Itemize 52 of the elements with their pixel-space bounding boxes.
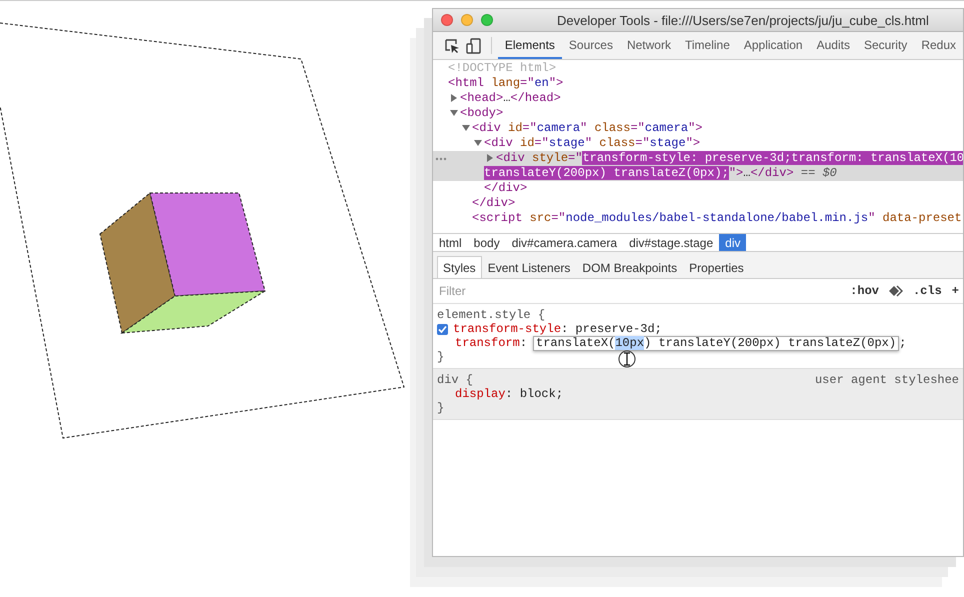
breadcrumb[interactable]: div#camera.camera: [506, 234, 624, 251]
breadcrumb[interactable]: html: [433, 234, 468, 251]
expand-triangle-icon[interactable]: [461, 123, 470, 133]
panel-tab[interactable]: Redux: [914, 32, 963, 59]
filter-field[interactable]: Filter: [437, 283, 840, 299]
expand-triangle-icon[interactable]: [473, 138, 482, 148]
sidebar-tab[interactable]: Event Listeners: [482, 256, 576, 278]
dom-node-row[interactable]: <div style="transform-style: preserve-3d;transform: translateX(10 translateY(200px) translateZ(0px);">…</div> == $0: [433, 151, 963, 181]
sidebar-tab[interactable]: DOM Breakpoints: [576, 256, 684, 278]
sidebar-tab[interactable]: Styles: [437, 256, 482, 278]
property-value: :: [520, 336, 528, 350]
property-name: transform-style: [453, 322, 562, 336]
breadcrumb[interactable]: body: [468, 234, 506, 251]
rule-closing-brace: }: [437, 401, 444, 415]
property-checkbox[interactable]: [437, 324, 448, 334]
more-dots-icon[interactable]: [435, 157, 447, 161]
property-name: transform: [455, 336, 520, 350]
property-terminator: ;: [899, 336, 906, 350]
dom-node-row[interactable]: </div>: [433, 181, 963, 196]
expand-triangle-icon[interactable]: [449, 93, 458, 103]
add-rule-button[interactable]: +: [952, 284, 959, 298]
property-value: : preserve-3d;: [561, 322, 662, 336]
rule-selector: div {: [437, 373, 474, 387]
property-value: : block;: [505, 387, 564, 401]
panel-tab[interactable]: Application: [736, 32, 810, 59]
rule-selector: element.style {: [437, 308, 546, 322]
property-name: display: [455, 387, 506, 401]
dom-node-row[interactable]: <body>: [433, 106, 963, 121]
close-button[interactable]: [441, 14, 453, 26]
diamond-icon[interactable]: [888, 285, 903, 297]
rule-closing-brace: }: [437, 350, 444, 364]
sidebar-tab[interactable]: Properties: [683, 256, 750, 278]
dom-node-row[interactable]: <div id="stage" class="stage">: [433, 136, 963, 151]
panel-tab[interactable]: Audits: [810, 32, 857, 59]
expand-triangle-icon[interactable]: [449, 108, 458, 118]
rule-source: user agent styleshee: [814, 373, 959, 387]
panel-tab[interactable]: Security: [856, 32, 914, 59]
dom-node-row[interactable]: <div id="camera" class="camera">: [433, 121, 963, 136]
dom-node-row[interactable]: </div>: [433, 196, 963, 211]
dom-node-row[interactable]: <script src="node_modules/babel-standalone/babel.min.js" data-preset: [433, 211, 963, 226]
breadcrumb[interactable]: div#stage.stage: [623, 234, 720, 251]
window-title: Developer Tools - file:///Users/se7en/projects/ju/ju_cube_cls.html: [557, 12, 929, 28]
panel-tab[interactable]: Network: [620, 32, 678, 59]
breadcrumb[interactable]: div: [719, 234, 746, 251]
class-toggle[interactable]: .cls: [912, 284, 942, 298]
dom-node-row[interactable]: <head>…</head>: [433, 91, 963, 106]
panel-tab[interactable]: Elements: [498, 32, 562, 59]
dom-node-row[interactable]: <html lang="en">: [433, 76, 963, 91]
panel-tab[interactable]: Timeline: [678, 32, 737, 59]
hover-state-toggle[interactable]: :hov: [850, 284, 879, 298]
panel-tab[interactable]: Sources: [562, 32, 620, 59]
expand-triangle-icon[interactable]: [485, 153, 494, 163]
